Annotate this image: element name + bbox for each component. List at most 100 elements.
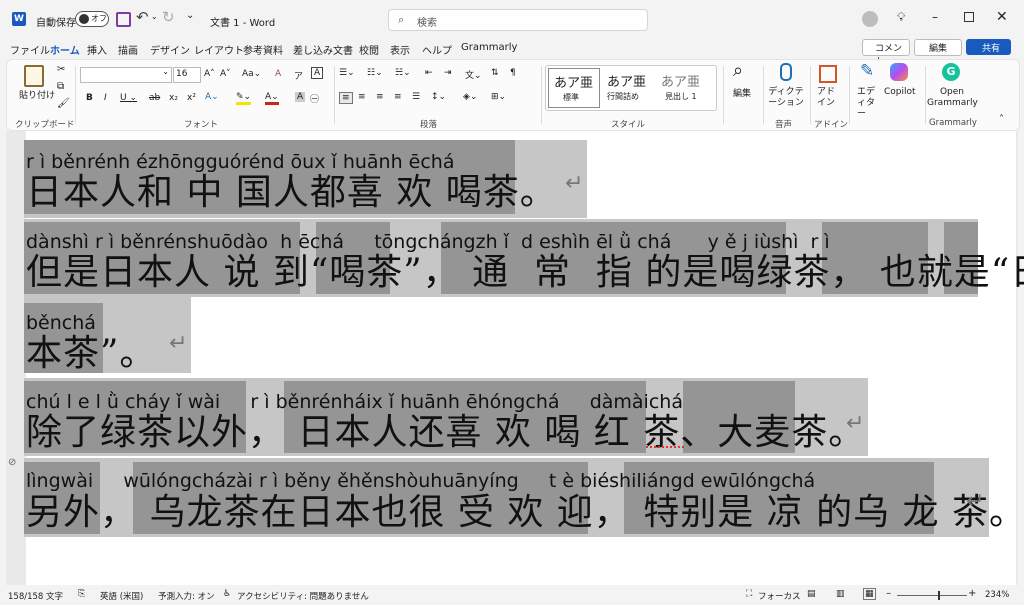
addins-icon[interactable] — [819, 65, 837, 83]
page[interactable]: r ì běnrénh ézhōngguórénd ōux ǐ huānh ēc… — [24, 131, 1024, 585]
accessibility-status[interactable]: アクセシビリティ: 問題ありません — [237, 590, 369, 602]
maximize-icon[interactable] — [964, 12, 974, 22]
search-box[interactable]: ⌕ 検索 — [388, 9, 648, 31]
word-count[interactable]: 158/158 文字 — [8, 590, 63, 602]
style-normal[interactable]: あア亜 標準 — [548, 68, 600, 108]
menu-insert[interactable]: 挿入 — [87, 42, 107, 57]
italic-icon[interactable]: I — [104, 93, 107, 103]
print-layout-icon[interactable]: ▥ — [836, 589, 845, 599]
menu-design[interactable]: デザイン — [150, 42, 190, 57]
addins-label[interactable]: アドイン — [817, 87, 837, 109]
microphone-icon[interactable] — [780, 63, 792, 81]
menu-grammarly[interactable]: Grammarly — [461, 42, 517, 53]
menu-references[interactable]: 参考資料 — [243, 42, 283, 57]
phonetic-guide-icon[interactable]: ア — [294, 69, 303, 82]
editing-label[interactable]: 編集 — [733, 86, 751, 99]
collapse-ribbon-icon[interactable]: ˄ — [999, 114, 1004, 125]
zoom-in-icon[interactable]: + — [968, 588, 976, 599]
numbering-icon[interactable]: ☷⌄ — [367, 68, 383, 78]
save-icon[interactable] — [116, 12, 131, 27]
bullets-icon[interactable]: ☰⌄ — [339, 68, 355, 78]
dictation-label[interactable]: ディクテーション — [768, 87, 804, 109]
superscript-icon[interactable]: x² — [187, 93, 196, 103]
grow-font-icon[interactable]: A˄ — [204, 69, 215, 79]
grammarly-icon[interactable]: G — [942, 63, 960, 81]
paste-icon[interactable] — [24, 65, 44, 87]
font-color-icon[interactable]: A⌄ — [265, 92, 279, 105]
cut-icon[interactable]: ✂ — [57, 64, 65, 75]
clear-formatting-icon[interactable]: A — [275, 69, 281, 79]
menu-review[interactable]: 校閲 — [359, 42, 379, 57]
highlight-icon[interactable]: ✎⌄ — [236, 92, 252, 105]
shading-bucket-icon[interactable]: ◈⌄ — [463, 92, 477, 102]
editor-icon[interactable]: ✎ — [860, 61, 874, 81]
copilot-label[interactable]: Copilot — [884, 87, 916, 97]
customize-icon[interactable]: ⌄ — [186, 10, 194, 21]
copilot-icon[interactable] — [890, 63, 908, 81]
font-name-select[interactable]: ⌄ — [80, 67, 172, 83]
text-effects-icon[interactable]: A⌄ — [205, 92, 219, 102]
format-painter-icon[interactable]: 🖌︎ — [57, 98, 70, 109]
chevron-down-icon[interactable]: ⌄ — [151, 12, 158, 21]
read-mode-icon[interactable]: ▤ — [807, 589, 816, 599]
predict-status[interactable]: 予測入力: オン — [158, 590, 215, 602]
menu-mailings[interactable]: 差し込み文書 — [293, 42, 353, 57]
bold-icon[interactable]: B — [86, 93, 93, 103]
close-icon[interactable]: ✕ — [996, 9, 1008, 25]
character-border-icon[interactable]: A — [311, 67, 324, 79]
style-heading-1[interactable]: あア亜 見出し 1 — [656, 68, 706, 106]
web-layout-icon[interactable]: ▦ — [863, 588, 876, 600]
style-no-spacing[interactable]: あア亜 行間詰め — [602, 68, 652, 106]
subscript-icon[interactable]: x₂ — [169, 93, 178, 103]
show-marks-icon[interactable]: ¶ — [510, 68, 516, 78]
change-case-icon[interactable]: Aa⌄ — [242, 69, 261, 79]
shading-icon[interactable]: A — [295, 92, 306, 102]
line-spacing-icon[interactable]: ↕⌄ — [431, 92, 446, 102]
align-center-icon[interactable]: ≡ — [358, 92, 366, 102]
editor-label[interactable]: エディター — [857, 87, 879, 120]
menu-help[interactable]: ヘルプ — [422, 42, 452, 57]
underline-icon[interactable]: U ⌄ — [120, 93, 137, 103]
focus-icon[interactable]: ⛶ — [746, 589, 752, 599]
zoom-level[interactable]: 234% — [985, 590, 1009, 600]
edit-mode-button[interactable]: 編集 — [914, 39, 962, 56]
autosave-toggle[interactable]: オフ — [75, 11, 109, 27]
proofing-icon[interactable]: ⎘ — [78, 589, 85, 599]
align-left-icon[interactable]: ≡ — [339, 92, 353, 104]
menu-file[interactable]: ファイル — [10, 42, 50, 57]
increase-indent-icon[interactable]: ⇥ — [444, 68, 452, 78]
focus-label[interactable]: フォーカス — [758, 590, 801, 602]
styles-gallery[interactable]: あア亜 標準 あア亜 行間詰め あア亜 見出し 1 — [545, 65, 717, 111]
decrease-indent-icon[interactable]: ⇤ — [425, 68, 433, 78]
asian-layout-icon[interactable]: 文⌄ — [465, 68, 482, 81]
enclosed-char-icon[interactable]: ㊀ — [310, 92, 319, 105]
comment-button[interactable]: コメント — [862, 39, 910, 67]
share-button[interactable]: 共有 — [966, 39, 1011, 55]
lightbulb-icon[interactable]: 💡︎ — [897, 10, 905, 25]
align-right-icon[interactable]: ≡ — [376, 92, 384, 102]
find-icon[interactable]: ⌕ — [733, 60, 743, 81]
menu-draw[interactable]: 描画 — [118, 42, 138, 57]
borders-icon[interactable]: ⊞⌄ — [491, 92, 506, 102]
minimize-icon[interactable]: – — [932, 10, 938, 24]
zoom-slider[interactable] — [897, 591, 967, 600]
distributed-icon[interactable]: ☰ — [412, 92, 420, 102]
accessibility-icon[interactable]: ♿︎ — [223, 589, 231, 599]
menu-layout[interactable]: レイアウト — [194, 42, 244, 57]
menu-view[interactable]: 表示 — [390, 42, 410, 57]
font-size-select[interactable]: 16 — [173, 67, 201, 83]
redo-icon[interactable]: ↻ — [162, 8, 175, 26]
style-no-spacing-sample: あア亜 — [607, 75, 647, 90]
strikethrough-icon[interactable]: ab — [149, 93, 160, 103]
zoom-out-icon[interactable]: – — [886, 588, 891, 599]
justify-icon[interactable]: ≡ — [394, 92, 402, 102]
language-status[interactable]: 英語 (米国) — [100, 590, 143, 602]
sort-icon[interactable]: ⇅ — [491, 68, 499, 78]
multilevel-list-icon[interactable]: ☵⌄ — [395, 68, 411, 78]
copy-icon[interactable]: ⧉ — [57, 81, 64, 92]
avatar[interactable] — [862, 11, 878, 27]
grammarly-label[interactable]: Open Grammarly — [927, 87, 978, 109]
paste-label[interactable]: 貼り付け — [19, 88, 55, 101]
shrink-font-icon[interactable]: A˅ — [220, 69, 231, 79]
undo-icon[interactable]: ↶ — [136, 8, 149, 26]
